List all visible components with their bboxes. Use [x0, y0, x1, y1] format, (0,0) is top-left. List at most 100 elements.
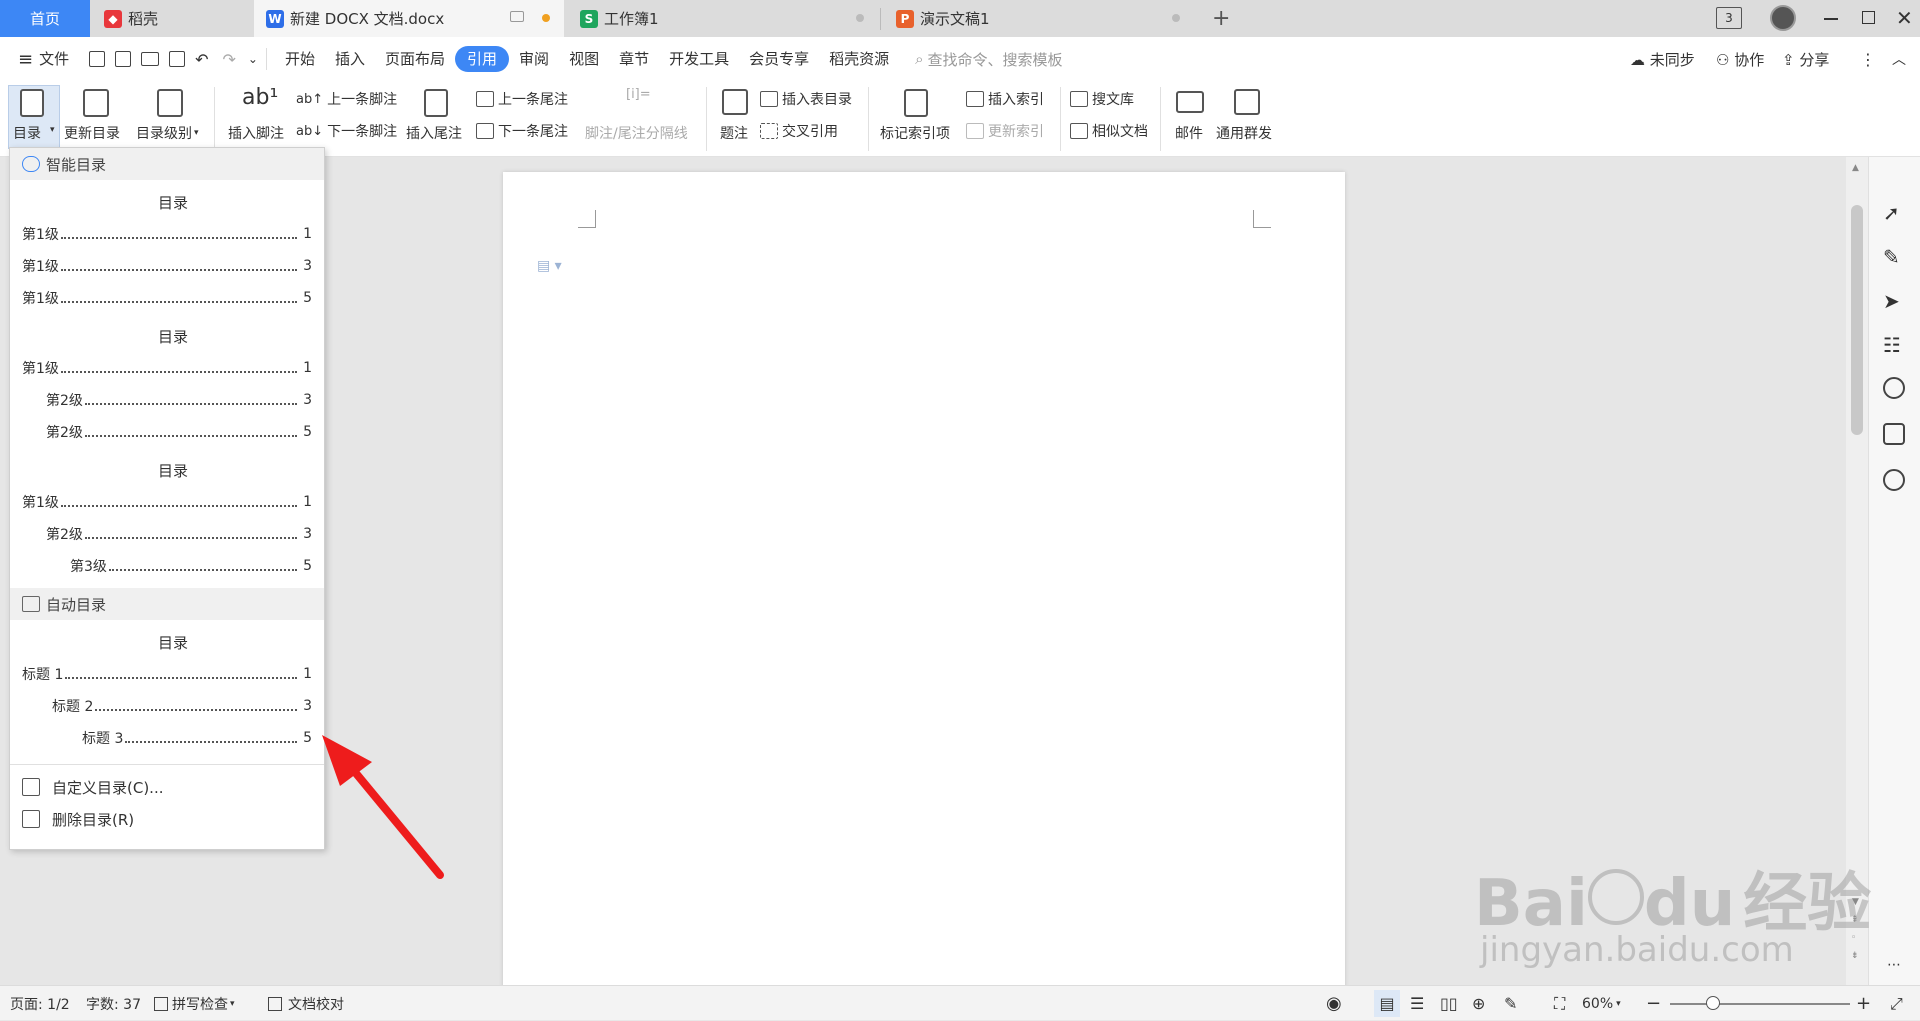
close-dot-icon[interactable]: [856, 14, 864, 22]
export-icon[interactable]: [115, 51, 132, 67]
write-mode-icon[interactable]: ✎: [1504, 986, 1517, 1021]
next-footnote-icon: ab↓: [296, 123, 324, 139]
eye-icon[interactable]: ◉: [1326, 986, 1342, 1021]
toc-dropdown-arrow-icon[interactable]: ▾: [50, 125, 55, 135]
zoom-slider-thumb[interactable]: [1706, 996, 1720, 1010]
user-icon: ⚇: [1716, 50, 1730, 69]
tab-sheet[interactable]: S 工作簿1: [568, 0, 878, 37]
more-options-icon[interactable]: ⋯: [1887, 957, 1901, 973]
collapse-ribbon-icon[interactable]: ︿: [1892, 49, 1906, 69]
custom-toc-item[interactable]: 自定义目录(C)...: [10, 771, 324, 803]
page-view-icon[interactable]: ▤: [1374, 990, 1400, 1017]
menu-developer[interactable]: 开发工具: [659, 46, 739, 72]
next-endnote-button[interactable]: 下一条尾注: [476, 121, 568, 141]
prev-footnote-button[interactable]: ab↑ 上一条脚注: [296, 89, 397, 109]
delete-toc-item[interactable]: 删除目录(R): [10, 803, 324, 835]
minimize-icon[interactable]: [1824, 18, 1838, 20]
page-count[interactable]: 页面: 1/2: [10, 986, 70, 1021]
chevron-down-icon[interactable]: ⌄: [248, 52, 258, 66]
menu-view[interactable]: 视图: [559, 46, 609, 72]
print-icon[interactable]: [141, 52, 160, 66]
doc-proof-button[interactable]: 文档校对: [268, 986, 344, 1021]
search-library-button[interactable]: 搜文库: [1070, 89, 1134, 109]
status-bar: 页面: 1/2 字数: 37 拼写检查 ▾ 文档校对 ◉ ▤ ☰ ▯▯ ⊕ ✎ ⛶…: [0, 985, 1920, 1020]
cross-reference-button[interactable]: 交叉引用: [760, 121, 838, 141]
word-count[interactable]: 字数: 37: [86, 986, 141, 1021]
next-page-icon[interactable]: ⇟: [1851, 951, 1859, 961]
help-icon[interactable]: [1883, 377, 1905, 399]
menu-file[interactable]: 文件: [33, 46, 79, 72]
monitor-icon[interactable]: [510, 11, 524, 22]
outline-view-icon[interactable]: ☰: [1410, 986, 1424, 1021]
caption-button[interactable]: 题注: [720, 123, 748, 143]
window-count[interactable]: 3: [1716, 7, 1742, 29]
zoom-level[interactable]: 60% ▾: [1582, 986, 1621, 1021]
cursor-icon[interactable]: ➤: [1883, 289, 1905, 313]
auto-toc-option[interactable]: 目录 标题 1 1 标题 2 3 标题 3 5: [10, 628, 324, 754]
prev-endnote-button[interactable]: 上一条尾注: [476, 89, 568, 109]
fullscreen-icon[interactable]: ⤢: [1890, 986, 1903, 1021]
undo-icon[interactable]: ↶: [195, 50, 208, 69]
next-footnote-button[interactable]: ab↓ 下一条脚注: [296, 121, 397, 141]
sync-status[interactable]: ☁ 未同步: [1630, 49, 1695, 70]
new-tab-button[interactable]: +: [1200, 0, 1242, 37]
paste-options-icon[interactable]: ▤ ▾: [537, 258, 562, 274]
separator-icon: [i]=: [626, 87, 651, 102]
scroll-up-icon[interactable]: ▲: [1852, 163, 1859, 173]
menu-reference[interactable]: 引用: [455, 46, 510, 72]
mark-index-button[interactable]: 标记索引项: [880, 123, 950, 143]
toc-line-label: 第1级: [22, 291, 59, 307]
toc-style-option-2[interactable]: 目录 第1级 1 第2级 3 第2级 5: [10, 322, 324, 448]
fit-window-icon[interactable]: ⛶: [1554, 986, 1565, 1021]
tab-document[interactable]: W 新建 DOCX 文档.docx: [254, 0, 564, 37]
menu-section[interactable]: 章节: [609, 46, 659, 72]
document-page[interactable]: ▤ ▾: [503, 172, 1345, 992]
toc-leader-dots: [84, 435, 298, 437]
scroll-thumb[interactable]: [1851, 205, 1863, 435]
zoom-out-icon[interactable]: −: [1646, 986, 1661, 1021]
menu-insert[interactable]: 插入: [325, 46, 375, 72]
preview-icon[interactable]: [169, 51, 186, 67]
spell-check-button[interactable]: 拼写检查 ▾: [154, 986, 235, 1021]
menu-start[interactable]: 开始: [275, 46, 325, 72]
close-dot-icon[interactable]: [1172, 14, 1180, 22]
sliders-icon[interactable]: ☷: [1883, 333, 1905, 357]
toc-style-option-1[interactable]: 目录 第1级 1 第1级 3 第1级 5: [10, 188, 324, 314]
insert-footnote-button[interactable]: 插入脚注: [228, 123, 284, 143]
tab-ppt[interactable]: P 演示文稿1: [884, 0, 1194, 37]
insert-table-toc-button[interactable]: 插入表目录: [760, 89, 852, 109]
avatar[interactable]: [1770, 5, 1796, 31]
toc-level-button[interactable]: 目录级别 ▾: [136, 123, 199, 143]
insert-index-button[interactable]: 插入索引: [966, 89, 1044, 109]
close-window-icon[interactable]: ✕: [1896, 6, 1913, 30]
restore-icon[interactable]: [1862, 11, 1875, 24]
toc-button-label[interactable]: 目录: [13, 123, 41, 143]
mail-button[interactable]: 邮件: [1175, 123, 1203, 143]
toc-style-option-3[interactable]: 目录 第1级 1 第2级 3 第3级 5: [10, 456, 324, 582]
mass-send-button[interactable]: 通用群发: [1216, 123, 1272, 143]
menu-layout[interactable]: 页面布局: [375, 46, 455, 72]
command-search-input[interactable]: 查找命令、搜索模板: [928, 49, 1063, 70]
rocket-icon[interactable]: ➚: [1883, 201, 1905, 225]
save-icon[interactable]: [89, 51, 106, 67]
pen-icon[interactable]: ✎: [1883, 245, 1905, 269]
zoom-in-icon[interactable]: +: [1856, 986, 1871, 1021]
tab-home[interactable]: 首页: [0, 0, 90, 37]
menu-resources[interactable]: 稻壳资源: [819, 46, 899, 72]
similar-doc-button[interactable]: 相似文档: [1070, 121, 1148, 141]
share-button[interactable]: ⇪ 分享: [1782, 49, 1829, 70]
menu-hamburger-icon[interactable]: ≡: [18, 49, 33, 70]
zoom-slider[interactable]: [1670, 1003, 1850, 1005]
menu-member[interactable]: 会员专享: [739, 46, 819, 72]
tab-daoke[interactable]: ◆ 稻壳: [92, 0, 252, 37]
collaborate-button[interactable]: ⚇ 协作: [1716, 49, 1764, 70]
web-view-icon[interactable]: ⊕: [1472, 986, 1485, 1021]
more-icon[interactable]: ⋮: [1860, 50, 1876, 69]
read-view-icon[interactable]: ▯▯: [1440, 986, 1458, 1021]
toc-preview-line: 第2级 3: [22, 518, 324, 550]
menu-review[interactable]: 审阅: [509, 46, 559, 72]
update-toc-button[interactable]: 更新目录: [64, 123, 120, 143]
image-tool-icon[interactable]: [1883, 423, 1905, 445]
lightning-icon[interactable]: [1883, 469, 1905, 491]
insert-endnote-button[interactable]: 插入尾注: [406, 123, 462, 143]
